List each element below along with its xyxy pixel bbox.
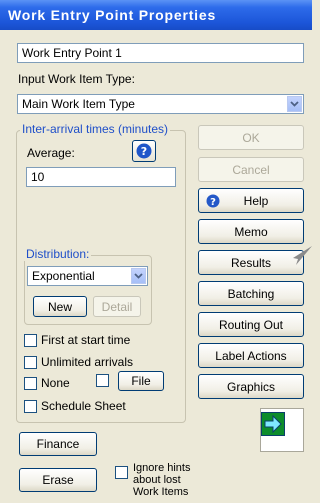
name-field[interactable]: Work Entry Point 1 xyxy=(17,43,304,63)
distribution-select[interactable]: Exponential xyxy=(27,266,148,286)
cancel-button-label: Cancel xyxy=(232,162,270,177)
detail-button[interactable]: Detail xyxy=(93,296,141,317)
input-type-label: Input Work Item Type: xyxy=(18,72,135,86)
cancel-button[interactable]: Cancel xyxy=(198,157,304,182)
distribution-legend: Distribution: xyxy=(24,247,92,261)
help-button[interactable]: ? Help xyxy=(198,188,304,213)
label-actions-button-label: Label Actions xyxy=(215,348,287,363)
graphics-button[interactable]: Graphics xyxy=(198,374,304,399)
routing-out-button[interactable]: Routing Out xyxy=(198,312,304,337)
results-button[interactable]: Results xyxy=(198,250,304,275)
window-title: Work Entry Point Properties xyxy=(8,7,217,23)
svg-text:?: ? xyxy=(210,197,216,208)
first-at-start-label: First at start time xyxy=(41,333,131,347)
file-checkbox[interactable] xyxy=(96,374,109,387)
help-icon[interactable]: ? xyxy=(132,140,156,162)
ok-button-label: OK xyxy=(242,130,260,145)
none-label: None xyxy=(41,376,70,390)
routing-out-button-label: Routing Out xyxy=(218,317,284,332)
finance-button[interactable]: Finance xyxy=(19,432,97,456)
ok-button[interactable]: OK xyxy=(198,125,304,150)
ignore-hints-line-3: Work Items xyxy=(133,486,189,498)
memo-button-label: Memo xyxy=(234,224,268,239)
unlimited-arrivals-checkbox[interactable] xyxy=(24,356,37,369)
help-button-label: Help xyxy=(243,193,269,208)
ignore-hints-line-1: Ignore hints xyxy=(133,462,191,474)
memo-button[interactable]: Memo xyxy=(198,219,304,244)
ignore-hints-line-2: about lost xyxy=(133,474,181,486)
interarrival-legend: Inter-arrival times (minutes) xyxy=(20,122,171,136)
average-label: Average: xyxy=(27,146,75,160)
input-type-select[interactable]: Main Work Item Type xyxy=(17,94,304,114)
schedule-sheet-checkbox[interactable] xyxy=(24,400,37,413)
first-at-start-checkbox[interactable] xyxy=(24,334,37,347)
green-arrow-right-icon xyxy=(261,412,285,436)
name-field-value: Work Entry Point 1 xyxy=(22,46,122,60)
file-button-label: File xyxy=(131,374,151,388)
label-actions-button[interactable]: Label Actions xyxy=(198,343,304,368)
new-button[interactable]: New xyxy=(33,296,87,317)
arrow-pointer-icon xyxy=(291,246,312,266)
window-title-bar[interactable]: Work Entry Point Properties xyxy=(0,0,312,30)
input-type-value: Main Work Item Type xyxy=(22,97,135,111)
results-button-label: Results xyxy=(230,255,271,270)
new-button-label: New xyxy=(47,299,72,314)
erase-button-label: Erase xyxy=(42,473,74,487)
batching-button[interactable]: Batching xyxy=(198,281,304,306)
none-checkbox[interactable] xyxy=(24,377,37,390)
unlimited-arrivals-label: Unlimited arrivals xyxy=(41,355,134,369)
graphics-button-label: Graphics xyxy=(226,379,276,394)
detail-button-label: Detail xyxy=(101,299,133,314)
ignore-hints-checkbox[interactable] xyxy=(115,466,128,479)
file-button[interactable]: File xyxy=(118,371,164,391)
distribution-value: Exponential xyxy=(32,269,95,283)
chevron-down-icon[interactable] xyxy=(131,268,146,284)
batching-button-label: Batching xyxy=(227,286,275,301)
average-value: 10 xyxy=(31,170,45,184)
chevron-down-icon[interactable] xyxy=(287,96,302,112)
erase-button[interactable]: Erase xyxy=(19,468,97,492)
average-input[interactable]: 10 xyxy=(26,167,176,187)
schedule-sheet-label: Schedule Sheet xyxy=(41,399,126,413)
svg-text:?: ? xyxy=(141,145,147,158)
ignore-hints-label: Ignore hints about lost Work Items xyxy=(133,462,190,498)
graphic-preview[interactable] xyxy=(260,408,304,452)
finance-button-label: Finance xyxy=(36,437,80,451)
question-circle-icon: ? xyxy=(206,194,220,211)
